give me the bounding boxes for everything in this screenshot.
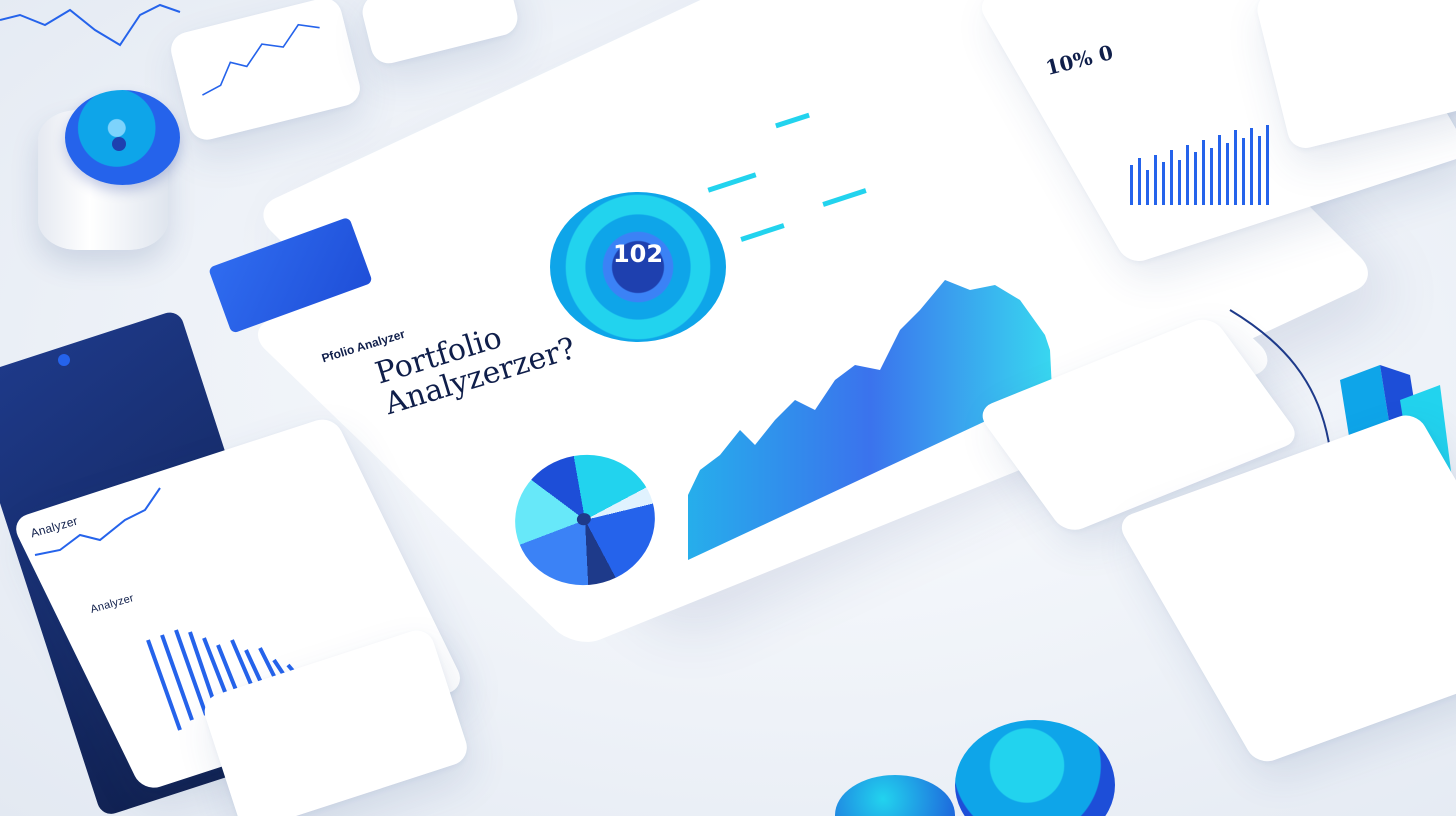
top-card xyxy=(358,0,522,68)
scene: Pfolio Analyzer Portfolio Analyzerzer? 1… xyxy=(0,0,1456,816)
knob-dot xyxy=(112,137,126,151)
bar-chart-icon xyxy=(1130,125,1269,205)
left-panel-dot xyxy=(58,354,70,366)
gauge-value: 102 xyxy=(612,240,664,268)
left-line-chart xyxy=(34,487,161,556)
decorative-blob xyxy=(955,720,1115,816)
decorative-blob xyxy=(835,775,955,816)
